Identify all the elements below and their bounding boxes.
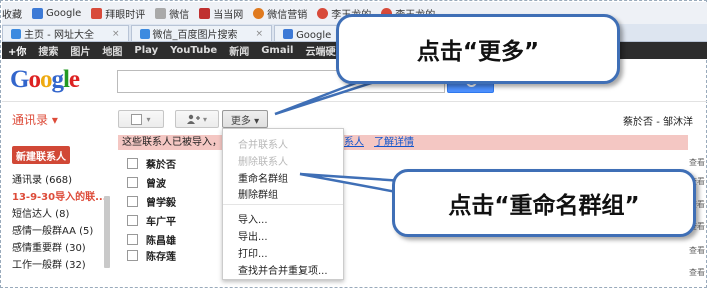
callout-click-rename-group: 点击“重命名群组” <box>392 169 696 237</box>
callout-click-more: 点击“更多” <box>336 14 620 84</box>
